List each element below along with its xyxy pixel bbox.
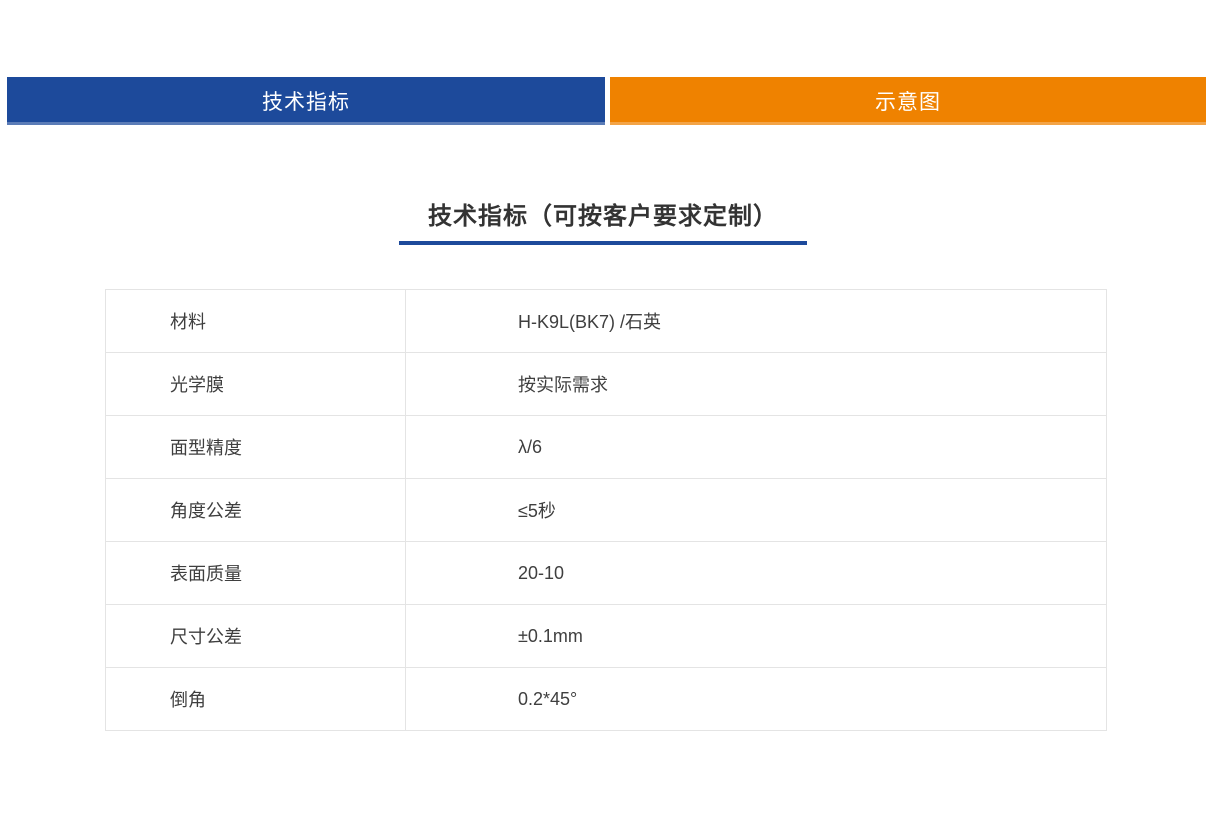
table-row: 尺寸公差 ±0.1mm (106, 605, 1107, 668)
section-heading: 技术指标（可按客户要求定制） (0, 201, 1206, 245)
spec-label: 材料 (106, 290, 406, 353)
spec-label: 表面质量 (106, 542, 406, 605)
section-title: 技术指标（可按客户要求定制） (0, 201, 1206, 233)
spec-label: 面型精度 (106, 416, 406, 479)
tab-bar: 技术指标 示意图 (0, 77, 1206, 125)
tab-tech-specs-label: 技术指标 (262, 86, 350, 116)
spec-value: 20-10 (406, 542, 1107, 605)
tab-diagram-label: 示意图 (875, 86, 941, 116)
spec-value: 按实际需求 (406, 353, 1107, 416)
tab-tech-specs[interactable]: 技术指标 (7, 77, 605, 125)
spec-value: ±0.1mm (406, 605, 1107, 668)
spec-value: ≤5秒 (406, 479, 1107, 542)
spec-label: 光学膜 (106, 353, 406, 416)
tab-diagram[interactable]: 示意图 (610, 77, 1206, 125)
table-row: 倒角 0.2*45° (106, 668, 1107, 731)
title-underline (399, 241, 807, 245)
spec-table: 材料 H-K9L(BK7) /石英 光学膜 按实际需求 面型精度 λ/6 角度公… (105, 289, 1107, 731)
spec-label: 尺寸公差 (106, 605, 406, 668)
spec-table-body: 材料 H-K9L(BK7) /石英 光学膜 按实际需求 面型精度 λ/6 角度公… (106, 290, 1107, 731)
table-row: 面型精度 λ/6 (106, 416, 1107, 479)
table-row: 材料 H-K9L(BK7) /石英 (106, 290, 1107, 353)
spec-label: 角度公差 (106, 479, 406, 542)
spec-label: 倒角 (106, 668, 406, 731)
table-row: 光学膜 按实际需求 (106, 353, 1107, 416)
spec-value: 0.2*45° (406, 668, 1107, 731)
spec-value: H-K9L(BK7) /石英 (406, 290, 1107, 353)
table-row: 表面质量 20-10 (106, 542, 1107, 605)
table-row: 角度公差 ≤5秒 (106, 479, 1107, 542)
spec-value: λ/6 (406, 416, 1107, 479)
